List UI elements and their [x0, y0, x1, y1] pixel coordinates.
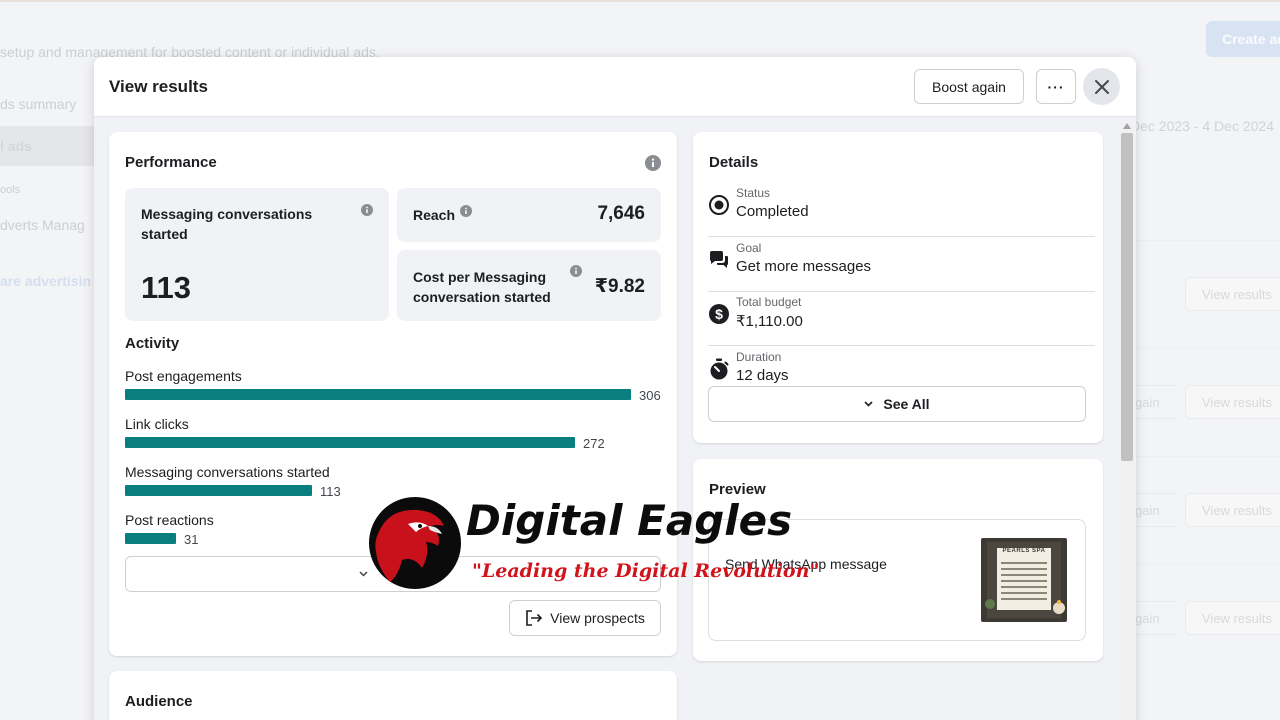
activity-label: Post engagements [125, 368, 242, 384]
digital-eagles-watermark: Digital Eagles "Leading the Digital Revo… [368, 496, 820, 592]
thumbnail-title: PEARLS SPA [1002, 548, 1046, 554]
audience-heading: Audience [125, 693, 193, 710]
info-icon[interactable] [645, 155, 661, 171]
detail-total-budget: $ Total budget ₹1,110.00 [708, 291, 1095, 346]
detail-label: Total budget [736, 295, 802, 309]
boost-again-button[interactable]: Boost again [914, 69, 1024, 104]
activity-label: Messaging conversations started [125, 464, 330, 480]
activity-value: 113 [320, 484, 341, 499]
metric-label-line2: conversation started [413, 289, 551, 305]
see-all-label: See All [883, 396, 930, 412]
activity-bar-post-reactions [125, 533, 176, 544]
activity-value: 31 [184, 532, 199, 547]
performance-heading: Performance [125, 154, 217, 171]
scroll-thumb[interactable] [1121, 133, 1133, 461]
detail-label: Duration [736, 350, 782, 364]
detail-label: Status [736, 186, 771, 200]
activity-heading: Activity [125, 335, 180, 352]
metric-value: 7,646 [597, 203, 645, 224]
detail-value: Get more messages [736, 258, 872, 275]
detail-value: 12 days [736, 367, 789, 384]
activity-bar-messaging [125, 485, 312, 496]
see-all-button[interactable]: See All [708, 386, 1086, 422]
scroll-up-arrow-icon[interactable] [1123, 123, 1131, 129]
close-icon [1094, 79, 1109, 94]
close-button[interactable] [1083, 68, 1120, 105]
detail-status: Status Completed [708, 182, 1095, 237]
ad-thumbnail: PEARLS SPA [981, 538, 1067, 622]
activity-bar-link-clicks [125, 437, 575, 448]
modal-title: View results [109, 77, 208, 96]
export-icon [526, 610, 543, 626]
metric-label: Messaging conversations started [141, 206, 313, 242]
watermark-tagline: "Leading the Digital Revolution" [472, 560, 820, 582]
chevron-down-icon [864, 401, 873, 407]
status-icon [709, 195, 729, 215]
activity-label: Link clicks [125, 416, 189, 432]
info-icon[interactable] [361, 204, 373, 216]
dollar-icon: $ [709, 304, 729, 324]
chevron-down-icon [359, 571, 368, 577]
view-results-modal: View results Boost again ··· Performance… [94, 57, 1136, 720]
metric-reach: Reach 7,646 [397, 188, 661, 242]
info-icon[interactable] [460, 205, 472, 217]
detail-goal: Goal Get more messages [708, 237, 1095, 292]
activity-label: Post reactions [125, 512, 214, 528]
details-card: Details Status Completed Goal Get more m… [693, 132, 1103, 443]
metric-label: Reach [413, 207, 456, 223]
modal-scrollbar[interactable] [1120, 123, 1134, 720]
metric-cost-per-conversation: Cost per Messaging conversation started … [397, 250, 661, 321]
metric-label-line1: Cost per Messaging [413, 269, 547, 285]
watermark-title: Digital Eagles [466, 496, 793, 545]
svg-text:$: $ [715, 306, 723, 322]
view-prospects-button[interactable]: View prospects [509, 600, 661, 636]
modal-header: View results Boost again ··· [94, 57, 1136, 117]
detail-label: Goal [736, 241, 762, 255]
details-heading: Details [709, 154, 759, 171]
view-prospects-label: View prospects [550, 610, 645, 626]
info-icon[interactable] [570, 265, 582, 277]
metric-value: ₹9.82 [594, 276, 645, 297]
metric-value: 113 [141, 270, 192, 305]
more-options-button[interactable]: ··· [1036, 69, 1076, 104]
audience-card: Audience [109, 671, 677, 720]
eagle-logo-icon [369, 497, 461, 589]
activity-value: 306 [639, 388, 661, 403]
chat-icon [710, 251, 728, 268]
detail-value: Completed [736, 203, 809, 220]
stopwatch-icon [710, 358, 729, 380]
detail-value: ₹1,110.00 [736, 313, 803, 330]
metric-messaging-conversations: Messaging conversations started 113 [125, 188, 389, 321]
activity-value: 272 [583, 436, 605, 451]
activity-bar-post-engagements [125, 389, 631, 400]
